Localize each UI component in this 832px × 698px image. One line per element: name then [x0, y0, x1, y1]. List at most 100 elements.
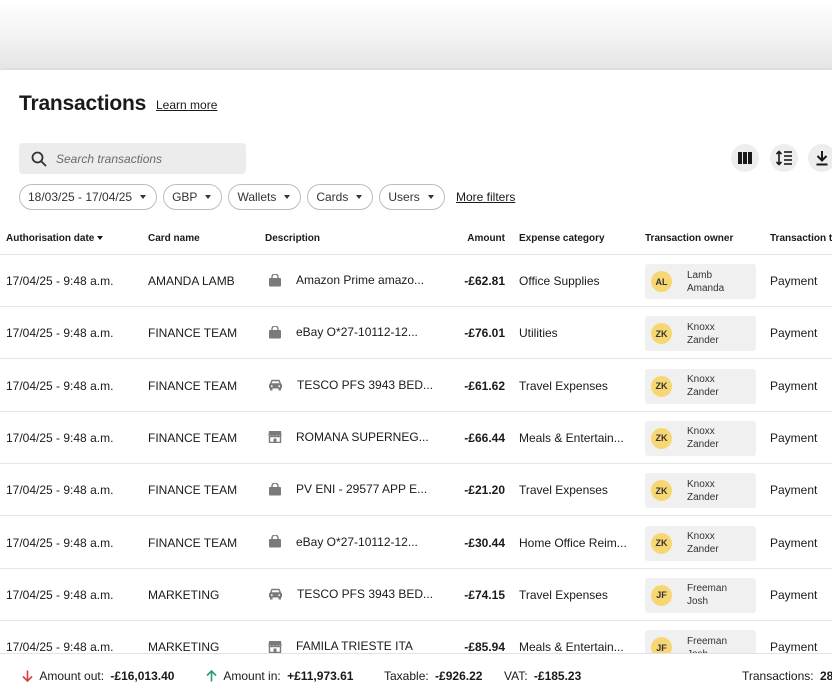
transaction-type: Payment: [770, 483, 818, 498]
cards-label: Cards: [316, 190, 349, 204]
description-cell: eBay O*27-10112-12...: [268, 325, 418, 339]
table-row[interactable]: 17/04/25 - 9:48 a.m. FINANCE TEAM eBay O*2…: [0, 307, 832, 360]
search-box[interactable]: [19, 143, 246, 174]
vat-label: VAT:: [504, 669, 528, 683]
owner-first-name: Zander: [687, 491, 719, 503]
expense-category: Office Supplies: [519, 274, 600, 288]
description-text: PV ENI - 29577 APP E...: [296, 482, 428, 497]
bag-icon: [268, 273, 289, 287]
top-backdrop: [0, 0, 832, 70]
header-amount[interactable]: Amount: [420, 233, 505, 244]
amount: -£66.44: [464, 430, 505, 445]
authorisation-date: 17/04/25 - 9:48 a.m.: [6, 483, 114, 498]
owner-first-name: Zander: [687, 334, 719, 346]
owner-first-name: Zander: [687, 439, 719, 451]
transactions-count-summary: Transactions: 281: [742, 669, 832, 683]
transaction-owner[interactable]: ZK Knoxx Zander: [645, 316, 756, 352]
amount-out-summary: Amount out: -£16,013.40: [22, 669, 174, 683]
table-row[interactable]: 17/04/25 - 9:48 a.m. FINANCE TEAM PV ENI -…: [0, 464, 832, 517]
description-text: eBay O*27-10112-12...: [296, 325, 418, 340]
wallets-filter[interactable]: Wallets: [228, 184, 302, 210]
chevron-down-icon: [356, 195, 363, 199]
learn-more-link[interactable]: Learn more: [156, 98, 217, 112]
owner-last-name: Knoxx: [687, 478, 715, 490]
authorisation-date: 17/04/25 - 9:48 a.m.: [6, 587, 114, 602]
header-authorisation-date[interactable]: Authorisation date: [6, 233, 104, 244]
owner-first-name: Amanda: [687, 282, 725, 294]
transaction-owner[interactable]: JF FreemanJosh: [645, 577, 756, 613]
filter-bar: 18/03/25 - 17/04/25 GBP Wallets Cards Us…: [19, 184, 445, 211]
expense-category: Travel Expenses: [519, 378, 608, 393]
description-cell: TESCO PFS 3943 BED...: [268, 378, 433, 392]
bag-icon: [268, 325, 289, 339]
columns-button[interactable]: [731, 144, 759, 172]
avatar: ZK: [651, 427, 672, 449]
description-text: TESCO PFS 3943 BED...: [297, 586, 434, 601]
amount: -£30.44: [464, 535, 505, 550]
chevron-down-icon: [427, 195, 434, 199]
store-icon: [268, 640, 289, 653]
header-transaction-owner[interactable]: Transaction owner: [645, 233, 733, 244]
transaction-owner[interactable]: ZK Knoxx Zander: [645, 420, 756, 456]
card-name: FINANCE TEAM: [148, 430, 238, 445]
owner-name: FreemanJosh: [687, 582, 727, 608]
currency-label: GBP: [172, 190, 198, 204]
description-cell: PV ENI - 29577 APP E...: [268, 482, 427, 496]
card-name: MARKETING: [148, 587, 220, 602]
amount-in-label: Amount in:: [223, 669, 281, 683]
avatar: AL: [651, 271, 672, 292]
transactions-label: Transactions:: [742, 669, 814, 683]
table-row[interactable]: 17/04/25 - 9:48 a.m. FINANCE TEAM eBay O*2…: [0, 517, 832, 569]
avatar: JF: [651, 584, 672, 606]
transaction-type: Payment: [770, 378, 818, 393]
card-name: FINANCE TEAM: [148, 326, 238, 341]
transaction-owner[interactable]: ZK Knoxx Zander: [645, 525, 756, 561]
amount-in-summary: Amount in: +£11,973.61: [206, 669, 353, 683]
amount: -£74.15: [464, 587, 505, 602]
description-text: Amazon Prime amazo...: [296, 273, 425, 287]
table-row[interactable]: 17/04/25 - 9:48 a.m. FINANCE TEAM TESCO PF…: [0, 360, 832, 412]
date-range-filter[interactable]: 18/03/25 - 17/04/25: [19, 184, 158, 210]
chevron-down-icon: [205, 195, 212, 199]
table-row[interactable]: 17/04/25 - 9:48 a.m. FINANCE TEAM ROMANA S…: [0, 412, 832, 464]
amount-in-value: +£11,973.61: [287, 669, 354, 683]
header-transaction-type[interactable]: Transaction t: [770, 233, 832, 244]
description-cell: FAMILA TRIESTE ITA: [268, 639, 413, 653]
transaction-owner[interactable]: ZK Knoxx Zander: [645, 368, 756, 404]
owner-last-name: Lamb: [687, 269, 713, 281]
card-name: AMANDA LAMB: [148, 274, 235, 288]
cards-filter[interactable]: Cards: [307, 184, 374, 210]
header-card-name[interactable]: Card name: [148, 233, 200, 244]
description-text: FAMILA TRIESTE ITA: [296, 639, 413, 653]
download-button[interactable]: [808, 144, 832, 172]
transaction-owner[interactable]: AL Lamb Amanda: [645, 264, 756, 299]
owner-name: Lamb Amanda: [687, 269, 724, 295]
transaction-owner[interactable]: ZK Knoxx Zander: [645, 473, 756, 509]
table-row[interactable]: 17/04/25 - 9:48 a.m. AMANDA LAMB Amazon Pr…: [0, 255, 832, 307]
vat-summary: VAT: -£185.23: [504, 669, 581, 683]
sort-desc-icon: [97, 236, 104, 240]
authorisation-date: 17/04/25 - 9:48 a.m.: [6, 326, 114, 341]
header-label: Authorisation date: [6, 233, 95, 244]
header-expense-category[interactable]: Expense category: [519, 233, 605, 244]
authorisation-date: 17/04/25 - 9:48 a.m.: [6, 378, 114, 393]
expense-category: Home Office Reim...: [519, 535, 627, 550]
description-text: eBay O*27-10112-12...: [296, 534, 418, 549]
vat-value: -£185.23: [533, 669, 582, 683]
owner-name: Knoxx Zander: [687, 530, 719, 556]
users-filter[interactable]: Users: [379, 184, 445, 210]
expense-category: Meals & Entertain...: [519, 640, 624, 653]
currency-filter[interactable]: GBP: [163, 184, 223, 210]
table-row[interactable]: 17/04/25 - 9:48 a.m. MARKETING TESCO PFS 3…: [0, 569, 832, 621]
more-filters-link[interactable]: More filters: [456, 190, 515, 204]
transaction-type: Payment: [770, 535, 818, 550]
owner-name: FreemanJosh: [687, 635, 727, 653]
table-row[interactable]: 17/04/25 - 9:48 a.m. MARKETING FAMILA TRIE…: [0, 621, 832, 653]
card-name: FINANCE TEAM: [148, 378, 238, 393]
row-height-button[interactable]: [770, 144, 798, 172]
owner-name: Knoxx Zander: [687, 373, 719, 399]
header-description[interactable]: Description: [265, 233, 320, 244]
authorisation-date: 17/04/25 - 9:48 a.m.: [6, 430, 114, 445]
transaction-owner[interactable]: JF FreemanJosh: [645, 630, 756, 653]
search-input[interactable]: [56, 151, 236, 166]
